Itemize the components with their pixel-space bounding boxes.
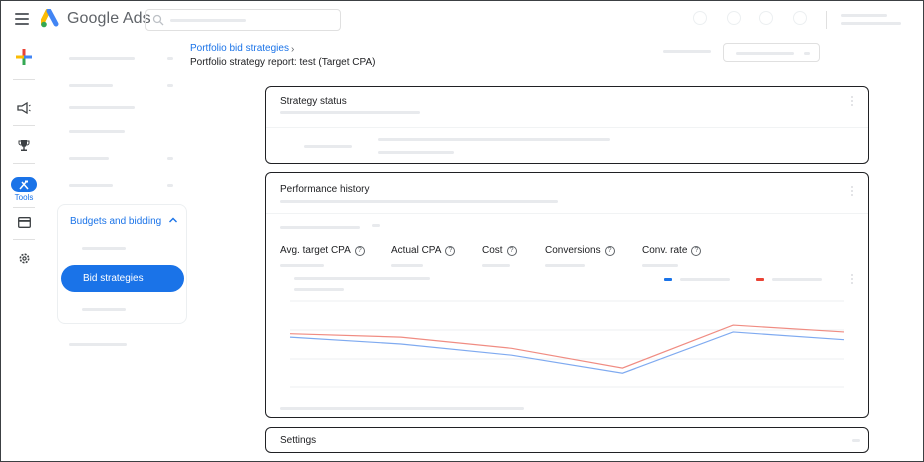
chart-series-line-1[interactable]	[289, 331, 845, 374]
top-bar: Google Ads	[1, 1, 923, 39]
tools-label: Tools	[14, 193, 34, 202]
account-name-skeleton	[841, 14, 887, 17]
budgets-bidding-section: Budgets and bidding Bid strategies	[57, 204, 187, 324]
nav-chevron-skeleton	[167, 84, 173, 87]
breadcrumb-portfolio-bid-strategies[interactable]: Portfolio bid strategies	[190, 43, 289, 54]
budgets-bidding-toggle[interactable]: Budgets and bidding	[70, 216, 161, 227]
create-button[interactable]	[11, 49, 37, 70]
status-skeleton	[378, 151, 454, 154]
billing-nav[interactable]	[11, 215, 37, 233]
date-range-skeleton	[663, 50, 711, 53]
nav-item-skeleton	[69, 84, 113, 87]
rail-divider	[13, 79, 35, 80]
rail-divider	[13, 239, 35, 240]
help-icon[interactable]	[759, 11, 773, 25]
plus-icon	[16, 49, 32, 65]
nav-item-skeleton	[69, 57, 135, 60]
nav-item-skeleton	[69, 106, 135, 109]
nav-item-skeleton	[69, 343, 127, 346]
strategy-status-card: Strategy status	[265, 86, 869, 164]
status-skeleton	[280, 111, 420, 114]
gear-icon	[19, 253, 29, 264]
megaphone-icon	[17, 101, 31, 115]
account-id-skeleton	[841, 22, 901, 25]
chart-series-line-0[interactable]	[289, 324, 845, 369]
status-skeleton	[378, 138, 610, 141]
date-range-dropdown[interactable]	[723, 43, 820, 62]
rail-divider	[13, 125, 35, 126]
menu-icon[interactable]	[15, 13, 29, 25]
search-input[interactable]	[145, 9, 341, 31]
chevron-up-icon[interactable]	[168, 216, 178, 224]
app-logo-text: Google Ads	[67, 10, 151, 27]
settings-card[interactable]: Settings	[265, 427, 869, 453]
strategy-status-title: Strategy status	[280, 96, 347, 107]
credit-card-icon	[17, 217, 31, 228]
trophy-icon	[18, 140, 30, 151]
notifications-icon[interactable]	[793, 11, 807, 25]
nav-chevron-skeleton	[167, 157, 173, 160]
rail-divider	[13, 207, 35, 208]
rail-divider	[13, 163, 35, 164]
nav-item-skeleton	[69, 130, 125, 133]
status-skeleton	[304, 145, 352, 148]
nav-subitem-skeleton	[82, 247, 126, 250]
search-tool-icon[interactable]	[693, 11, 707, 25]
nav-item-skeleton	[69, 184, 113, 187]
performance-line-chart	[289, 300, 845, 388]
nav-chevron-skeleton	[167, 184, 173, 187]
tools-icon	[19, 180, 29, 189]
divider	[266, 127, 868, 128]
search-icon	[152, 14, 164, 26]
toolbar-divider	[826, 11, 827, 29]
chart-footer-skeleton	[280, 407, 524, 410]
chart-tool-icon[interactable]	[727, 11, 741, 25]
tools-nav[interactable]	[11, 177, 37, 192]
chevron-right-icon: ›	[291, 44, 295, 55]
chevron-down-icon[interactable]	[852, 439, 860, 442]
campaigns-nav[interactable]	[11, 101, 37, 119]
goals-nav[interactable]	[11, 139, 37, 157]
page-title: Portfolio strategy report: test (Target …	[190, 57, 376, 68]
nav-item-skeleton	[69, 157, 109, 160]
performance-history-card: Performance history Avg. target CPA? Act…	[265, 172, 869, 418]
settings-title: Settings	[280, 435, 317, 446]
nav-chevron-skeleton	[167, 57, 173, 60]
admin-nav[interactable]	[11, 252, 37, 270]
google-ads-logo-icon	[41, 9, 59, 28]
bid-strategies-nav-item[interactable]: Bid strategies	[61, 265, 184, 292]
nav-subitem-skeleton	[82, 308, 126, 311]
more-options-icon[interactable]	[851, 96, 854, 108]
